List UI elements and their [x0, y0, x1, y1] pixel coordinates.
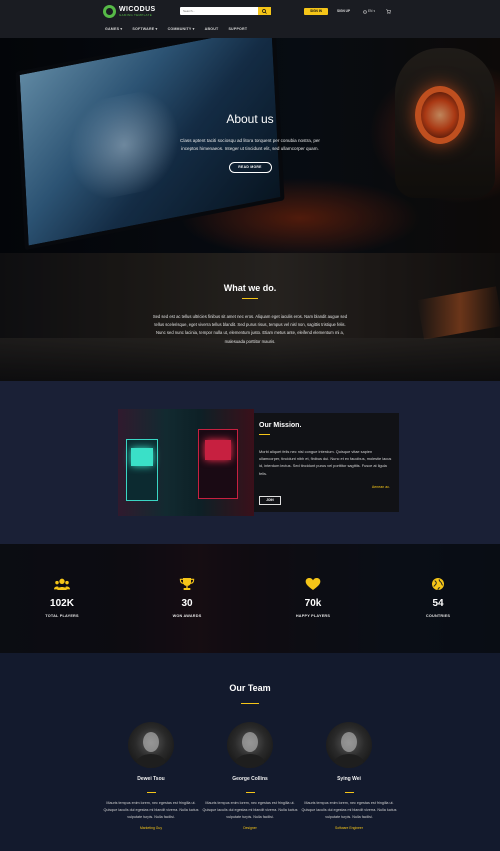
stats-section: 102K TOTAL PLAYERS 30 WON AWARDS 70k HAP… — [0, 544, 500, 653]
name-underline — [146, 792, 156, 793]
mission-text: Morbi aliquet felis nec nisl congue inte… — [259, 449, 392, 476]
mission-card: Our Mission. Morbi aliquet felis nec nis… — [254, 413, 399, 512]
member-role: Software Engineer — [335, 826, 363, 831]
read-more-button[interactable]: READ MORE — [228, 162, 272, 174]
main-nav: GAMES ▾ SOFTWARE ▾ COMMUNITY ▾ ABOUT SUP… — [105, 27, 257, 31]
stat-happy-players: 70k HAPPY PLAYERS — [278, 577, 348, 618]
globe-icon — [363, 9, 367, 14]
search-button[interactable] — [258, 7, 271, 15]
what-we-do-title: What we do. — [223, 283, 277, 293]
nav-item-about[interactable]: ABOUT — [205, 27, 219, 31]
nav-item-software[interactable]: SOFTWARE ▾ — [132, 27, 157, 31]
cart-icon[interactable] — [386, 9, 391, 14]
logo[interactable]: WICODUS GAMING TEMPLATE — [103, 5, 156, 18]
member-name: Dewei Tsou — [137, 776, 165, 782]
logo-tagline: GAMING TEMPLATE — [119, 13, 153, 17]
join-button[interactable]: JOIN — [259, 496, 281, 505]
team-member: Dewei Tsou Mauris tempus enim lorem, nec… — [101, 722, 201, 830]
avatar — [326, 722, 372, 768]
hero-section: About us Class aptent taciti sociosqu ad… — [0, 38, 500, 253]
member-bio: Mauris tempus enim lorem, nec egestas es… — [202, 801, 298, 820]
stat-label: WON AWARDS — [172, 614, 202, 618]
search-input[interactable] — [180, 7, 258, 15]
team-section: Our Team Dewei Tsou Mauris tempus enim l… — [0, 653, 500, 851]
member-role: Marketing Guy — [139, 826, 163, 831]
arcade-screen — [131, 448, 153, 466]
arcade-cabinet — [198, 429, 238, 499]
team-title: Our Team — [229, 683, 271, 693]
avatar — [227, 722, 273, 768]
member-name: Sying Wei — [337, 776, 361, 782]
what-we-do-section: What we do. Sed sed est ac tellus ultric… — [0, 253, 500, 381]
logo-name: WICODUS — [119, 6, 156, 13]
member-bio: Mauris tempus enim lorem, nec egestas es… — [301, 801, 397, 820]
stat-label: COUNTRIES — [425, 614, 451, 618]
heart-icon — [305, 578, 321, 590]
site-header: WICODUS GAMING TEMPLATE SIGN IN SIGN UP … — [0, 0, 500, 38]
member-role: Designer — [243, 826, 257, 831]
hero-text: Class aptent taciti sociosqu ad litora t… — [180, 138, 320, 152]
stat-value: 54 — [432, 598, 444, 609]
nav-item-games[interactable]: GAMES ▾ — [105, 27, 122, 31]
arcade-screen — [205, 440, 231, 460]
arcade-cabinet — [126, 439, 158, 501]
mission-signature: Aenean ac. — [371, 485, 390, 489]
logo-text: WICODUS GAMING TEMPLATE — [119, 6, 156, 17]
nav-item-community[interactable]: COMMUNITY ▾ — [168, 27, 195, 31]
search-icon — [262, 8, 267, 14]
stat-label: TOTAL PLAYERS — [45, 614, 79, 618]
trophy-icon — [179, 578, 195, 590]
sign-in-button[interactable]: SIGN IN — [304, 8, 328, 15]
nav-item-support[interactable]: SUPPORT — [228, 27, 247, 31]
hero-content: About us Class aptent taciti sociosqu ad… — [175, 112, 325, 174]
stat-won-awards: 30 WON AWARDS — [152, 577, 222, 618]
title-underline — [241, 703, 259, 704]
stat-value: 70k — [304, 598, 322, 609]
member-name: George Collins — [232, 776, 268, 782]
globe-icon — [432, 578, 444, 591]
avatar — [128, 722, 174, 768]
stat-total-players: 102K TOTAL PLAYERS — [27, 577, 97, 618]
team-member: Sying Wei Mauris tempus enim lorem, nec … — [299, 722, 399, 830]
arcade-image — [118, 409, 254, 516]
title-underline — [259, 434, 270, 435]
sign-up-link[interactable]: SIGN UP — [337, 8, 350, 15]
logo-icon — [103, 5, 116, 18]
mission-title: Our Mission. — [259, 422, 302, 429]
language-selector[interactable]: EN ▾ — [363, 8, 375, 15]
team-member: George Collins Mauris tempus enim lorem,… — [200, 722, 300, 830]
stat-value: 102K — [50, 598, 74, 609]
users-icon — [54, 578, 70, 590]
name-underline — [245, 792, 255, 793]
what-we-do-text: Sed sed est ac tellus ultricies finibus … — [152, 314, 348, 344]
search-bar — [180, 7, 271, 15]
title-underline — [242, 298, 258, 299]
stat-label: HAPPY PLAYERS — [295, 614, 331, 618]
member-bio: Mauris tempus enim lorem, nec egestas es… — [103, 801, 199, 820]
mission-section: Our Mission. Morbi aliquet felis nec nis… — [0, 381, 500, 544]
stat-value: 30 — [181, 598, 193, 609]
hero-title: About us — [226, 112, 274, 126]
stat-countries: 54 COUNTRIES — [403, 577, 473, 618]
language-label: EN — [368, 9, 373, 13]
name-underline — [344, 792, 354, 793]
chevron-down-icon: ▾ — [373, 9, 376, 13]
